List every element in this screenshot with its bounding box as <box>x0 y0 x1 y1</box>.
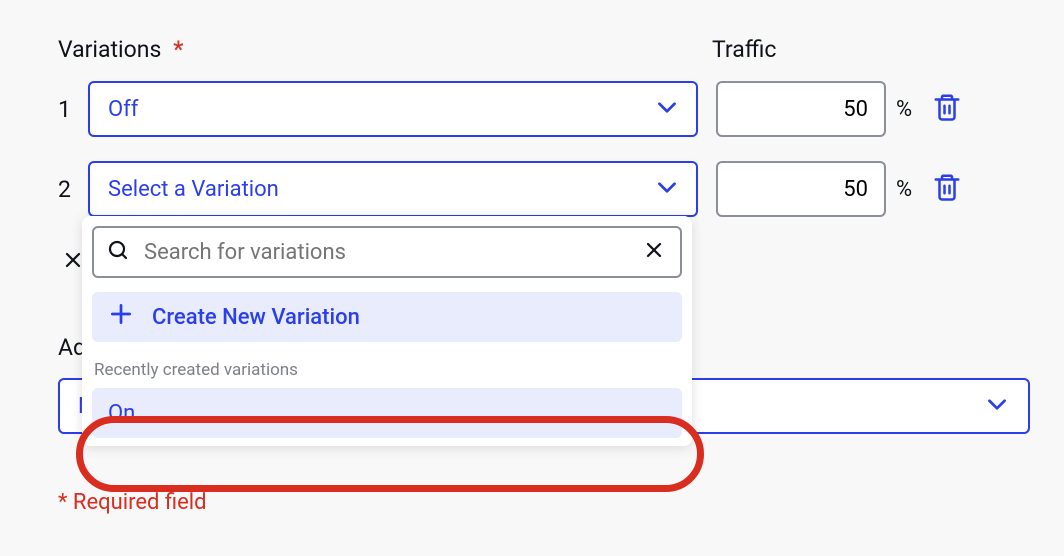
variation-select[interactable]: Off <box>88 81 698 137</box>
create-variation-label: Create New Variation <box>152 305 360 330</box>
trash-icon <box>932 111 962 126</box>
percent-label: % <box>896 97 912 122</box>
required-footnote: * Required field <box>58 490 207 515</box>
chevron-down-icon <box>984 391 1010 421</box>
traffic-input[interactable] <box>716 81 886 137</box>
delete-row-button[interactable] <box>928 168 966 210</box>
required-asterisk: * <box>173 36 183 63</box>
trash-icon <box>932 191 962 206</box>
traffic-input[interactable] <box>716 161 886 217</box>
variation-index: 2 <box>58 176 88 203</box>
create-variation-button[interactable]: Create New Variation <box>92 292 682 342</box>
traffic-header: Traffic <box>712 36 776 63</box>
variation-option[interactable]: On <box>92 388 682 438</box>
variation-select-value: Select a Variation <box>108 177 279 202</box>
recent-variations-label: Recently created variations <box>94 360 680 380</box>
percent-label: % <box>896 177 912 202</box>
variation-dropdown: Create New Variation Recently created va… <box>82 216 692 446</box>
variation-index: 1 <box>58 96 88 123</box>
variations-header: Variations * <box>58 36 706 63</box>
chevron-down-icon <box>654 174 680 204</box>
variations-label: Variations <box>58 36 161 63</box>
variation-select[interactable]: Select a Variation <box>88 161 698 217</box>
delete-row-button[interactable] <box>928 88 966 130</box>
variation-select-value: Off <box>108 97 138 122</box>
clear-search-button[interactable] <box>638 234 670 270</box>
variation-option-label: On <box>108 401 135 426</box>
chevron-down-icon <box>654 94 680 124</box>
variation-search-input[interactable] <box>92 226 682 278</box>
plus-icon <box>108 301 134 333</box>
close-icon <box>642 251 666 266</box>
